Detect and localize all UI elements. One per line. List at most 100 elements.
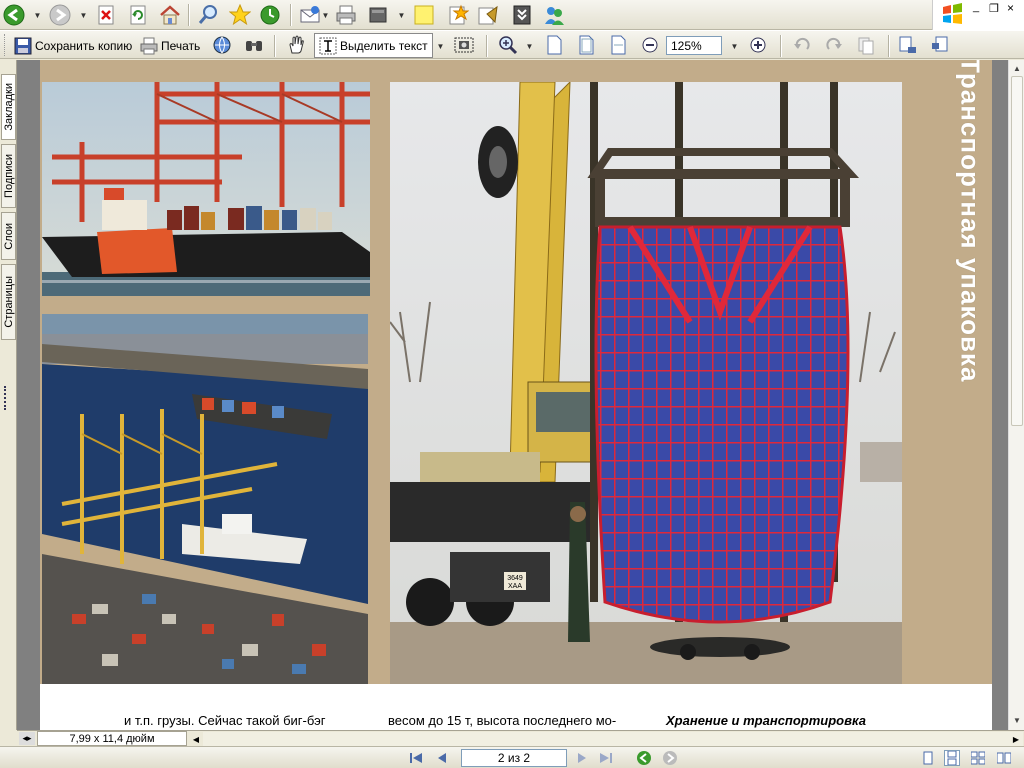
body-text-col2: весом до 15 т, высота последнего мо- — [388, 713, 617, 728]
fit-page-icon[interactable] — [574, 33, 598, 57]
section-heading: Хранение и транспортировка — [666, 713, 866, 728]
hand-tool-icon[interactable] — [284, 33, 308, 57]
scroll-down-icon[interactable]: ▼ — [1010, 712, 1024, 728]
photo-port-aerial — [42, 314, 368, 684]
collapse-icon[interactable] — [928, 33, 952, 57]
tab-bookmarks-label: Закладки — [2, 83, 15, 131]
body-text-col1: и т.п. грузы. Сейчас такой биг-бэг — [124, 713, 326, 728]
restore-icon[interactable]: ❐ — [989, 2, 999, 15]
scroll-right-icon[interactable]: ▶ — [1009, 732, 1023, 746]
panel-splitter[interactable] — [4, 386, 12, 410]
first-page-icon[interactable] — [408, 750, 424, 766]
page-number-field[interactable]: 2 из 2 — [461, 749, 567, 767]
zoom-in-tool-icon[interactable] — [496, 33, 520, 57]
rotate-left-icon[interactable] — [790, 33, 814, 57]
forward-dropdown-icon[interactable]: ▼ — [80, 10, 88, 20]
continuous-facing-view-icon[interactable] — [996, 750, 1012, 766]
archive-icon[interactable] — [510, 3, 534, 27]
photo-crane-big-bag: 3649 ХАА — [390, 82, 902, 684]
page-size-value: 7,99 x 11,4 дюйм — [69, 732, 155, 745]
tab-layers[interactable]: Слои — [1, 212, 16, 260]
search-icon[interactable] — [196, 3, 220, 27]
edit-dropdown-icon[interactable]: ▼ — [398, 10, 406, 20]
page-size-toggle-icon[interactable]: ◂▸ — [19, 732, 35, 745]
next-page-icon[interactable] — [574, 750, 590, 766]
section-side-title: Транспортная упаковка — [950, 60, 990, 383]
fit-width-icon[interactable] — [606, 33, 630, 57]
tab-signatures-label: Подписи — [2, 154, 15, 198]
toolbar-separator — [290, 4, 292, 26]
snapshot-icon[interactable] — [452, 33, 476, 57]
continuous-view-icon[interactable] — [944, 750, 960, 766]
refresh-icon[interactable] — [126, 3, 150, 27]
toolbar-separator — [188, 4, 190, 26]
zoom-value: 125% — [671, 39, 702, 53]
text-cursor-icon — [319, 37, 337, 54]
truck-plate-line2: ХАА — [508, 583, 522, 590]
history-icon[interactable] — [258, 3, 282, 27]
find-icon[interactable] — [242, 33, 266, 57]
note-icon[interactable] — [412, 3, 436, 27]
previous-view-icon[interactable] — [636, 750, 652, 766]
photo-container-ship — [42, 82, 370, 296]
mail-dropdown-icon[interactable]: ▼ — [322, 10, 330, 20]
save-copy-button[interactable]: Сохранить копию — [10, 33, 136, 58]
scroll-thumb[interactable] — [1011, 76, 1023, 426]
highlight-icon[interactable] — [446, 3, 470, 27]
users-icon[interactable] — [542, 3, 566, 27]
facing-view-icon[interactable] — [970, 750, 986, 766]
back-dropdown-icon[interactable]: ▼ — [34, 10, 42, 20]
email-icon[interactable] — [210, 33, 234, 57]
close-icon[interactable]: × — [1007, 1, 1014, 15]
windows-logo-icon — [941, 2, 965, 29]
edit-icon[interactable] — [366, 3, 390, 27]
select-text-label: Выделить текст — [340, 38, 428, 53]
tab-pages-label: Страницы — [2, 276, 15, 328]
forward-icon[interactable] — [48, 3, 72, 27]
pdf-page: 3649 ХАА Транспортная упаковка — [40, 60, 992, 730]
actual-size-icon[interactable] — [542, 33, 566, 57]
page-indicator: 2 из 2 — [497, 751, 531, 765]
toolbar-separator — [780, 35, 782, 57]
zoom-in-icon[interactable] — [746, 33, 770, 57]
copy-icon[interactable] — [854, 33, 878, 57]
scroll-up-icon[interactable]: ▲ — [1010, 60, 1024, 76]
scroll-left-icon[interactable]: ◀ — [189, 732, 203, 746]
favorites-icon[interactable] — [228, 3, 252, 27]
print-icon[interactable] — [334, 3, 358, 27]
zoom-level-field[interactable]: 125% — [666, 36, 722, 55]
print-label: Печать — [161, 38, 201, 53]
zoom-out-icon[interactable] — [638, 33, 662, 57]
prev-page-icon[interactable] — [434, 750, 450, 766]
vertical-scrollbar[interactable]: ▲ ▼ — [1008, 60, 1024, 730]
panel-gap — [17, 60, 38, 730]
navigation-bar: 2 из 2 — [0, 746, 1024, 768]
next-view-icon[interactable] — [662, 750, 678, 766]
stop-icon[interactable] — [94, 3, 118, 27]
home-icon[interactable] — [158, 3, 182, 27]
horizontal-bar: ◂▸ 7,99 x 11,4 дюйм ◀ ▶ — [17, 730, 1024, 746]
page-size-field: 7,99 x 11,4 дюйм — [37, 731, 187, 746]
document-viewport[interactable]: 3649 ХАА Транспортная упаковка и т.п. гр… — [38, 60, 1008, 730]
last-page-icon[interactable] — [598, 750, 614, 766]
tab-signatures[interactable]: Подписи — [1, 144, 16, 208]
print-button[interactable]: Печать — [136, 33, 204, 58]
discuss-icon[interactable] — [476, 3, 500, 27]
expand-icon[interactable] — [896, 33, 920, 57]
tab-bookmarks[interactable]: Закладки — [1, 74, 16, 140]
mail-icon[interactable] — [298, 3, 322, 27]
rotate-right-icon[interactable] — [822, 33, 846, 57]
back-icon[interactable] — [2, 3, 26, 27]
toolbar-separator — [274, 35, 276, 57]
zoom-tool-dropdown-icon[interactable]: ▼ — [526, 41, 534, 51]
select-text-dropdown-icon[interactable]: ▼ — [437, 41, 445, 51]
minimize-icon[interactable]: _ — [973, 1, 979, 13]
toolbar-separator — [486, 35, 488, 57]
printer-icon — [140, 37, 158, 54]
window-controls: _ ❐ × — [932, 0, 1024, 30]
tab-pages[interactable]: Страницы — [1, 264, 16, 340]
zoom-dropdown-icon[interactable]: ▼ — [731, 41, 739, 51]
select-text-button[interactable]: Выделить текст — [314, 33, 433, 58]
single-page-view-icon[interactable] — [920, 750, 936, 766]
horizontal-scrollbar[interactable] — [203, 732, 1023, 746]
